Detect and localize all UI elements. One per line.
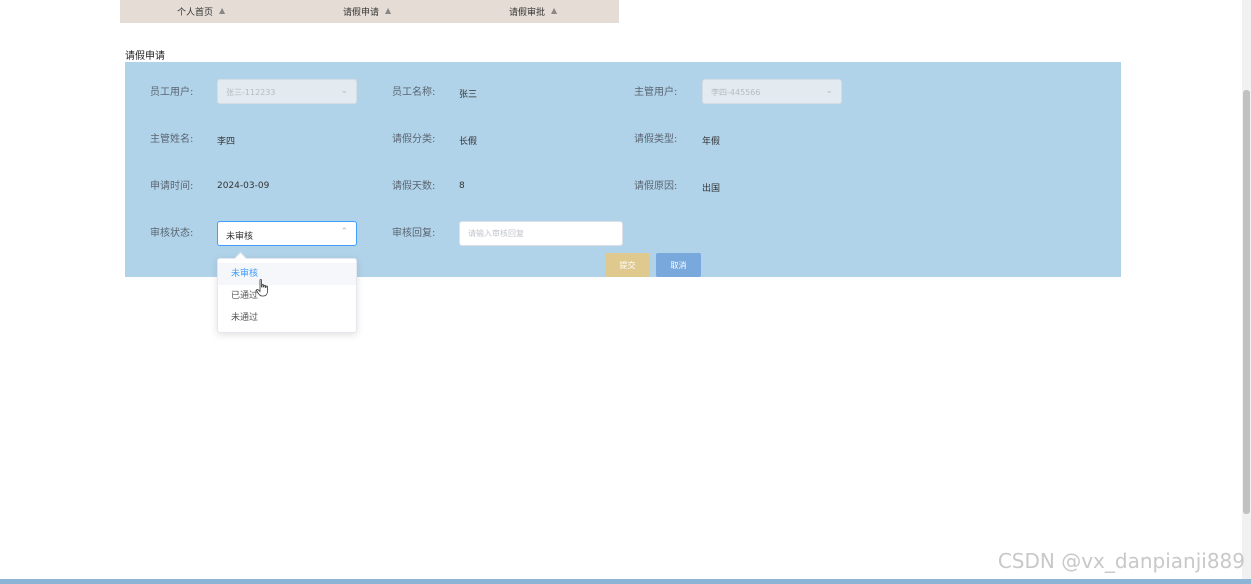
leave-type-value: 年假 (702, 137, 721, 147)
manager-name-value: 李四 (217, 137, 236, 147)
employee-name-value: 张三 (459, 90, 478, 100)
review-status-label: 审核状态: (150, 228, 194, 239)
apply-time-value: 2024-03-09 (217, 181, 270, 191)
review-reply-label: 审核回复: (392, 228, 436, 239)
manager-user-label: 主管用户: (634, 87, 678, 98)
leave-type-label: 请假类型: (634, 134, 678, 145)
manager-name-label: 主管姓名: (150, 134, 194, 145)
employee-user-label: 员工用户: (150, 87, 194, 98)
leave-days-value: 8 (459, 181, 465, 191)
leave-category-value: 长假 (459, 137, 478, 147)
chevron-up-icon: ⌃ (340, 227, 348, 237)
nav-item-icon: ▲ (551, 6, 558, 15)
manager-user-select[interactable]: 李四-445566 ⌄ (702, 79, 842, 104)
vertical-scrollbar[interactable] (1242, 0, 1251, 584)
leave-category-label: 请假分类: (392, 134, 436, 145)
leave-reason-value: 出国 (702, 184, 721, 194)
submit-button[interactable]: 提交 (605, 253, 650, 277)
employee-user-select[interactable]: 张三-112233 ⌄ (217, 79, 357, 104)
dropdown-option-rejected[interactable]: 未通过 (218, 307, 356, 329)
nav-item-leave-approval[interactable]: 请假审批 ▲ (509, 4, 559, 18)
nav-item-label: 请假审批 (509, 7, 546, 18)
apply-time-label: 申请时间: (150, 181, 194, 192)
hand-cursor-icon (256, 279, 268, 297)
cancel-button[interactable]: 取消 (656, 253, 701, 277)
employee-user-value: 张三-112233 (226, 88, 276, 97)
leave-reason-label: 请假原因: (634, 181, 678, 192)
chevron-down-icon: ⌄ (825, 86, 833, 96)
review-status-dropdown: 未审核 已通过 未通过 (217, 252, 357, 333)
top-navigation: 个人首页 ▲ 请假申请 ▲ 请假审批 ▲ (120, 0, 619, 23)
dropdown-option-approved[interactable]: 已通过 (218, 285, 356, 307)
review-status-select[interactable]: 未审核 ⌃ (217, 221, 357, 246)
nav-item-label: 个人首页 (177, 7, 214, 18)
bottom-bar (0, 579, 1251, 584)
page-title: 请假申请 (125, 51, 165, 62)
manager-user-value: 李四-445566 (711, 88, 761, 97)
nav-item-leave-apply[interactable]: 请假申请 ▲ (343, 4, 393, 18)
nav-item-icon: ▲ (219, 6, 226, 15)
nav-item-icon: ▲ (385, 6, 392, 15)
leave-days-label: 请假天数: (392, 181, 436, 192)
nav-item-home[interactable]: 个人首页 ▲ (177, 4, 227, 18)
review-reply-input[interactable] (459, 221, 623, 246)
dropdown-option-pending[interactable]: 未审核 (218, 263, 356, 285)
employee-name-label: 员工名称: (392, 87, 436, 98)
scrollbar-thumb[interactable] (1243, 90, 1250, 514)
chevron-down-icon: ⌄ (340, 86, 348, 96)
review-status-value: 未审核 (226, 232, 254, 242)
watermark: CSDN @vx_danpianji889 (997, 549, 1245, 573)
nav-item-label: 请假申请 (343, 7, 380, 18)
